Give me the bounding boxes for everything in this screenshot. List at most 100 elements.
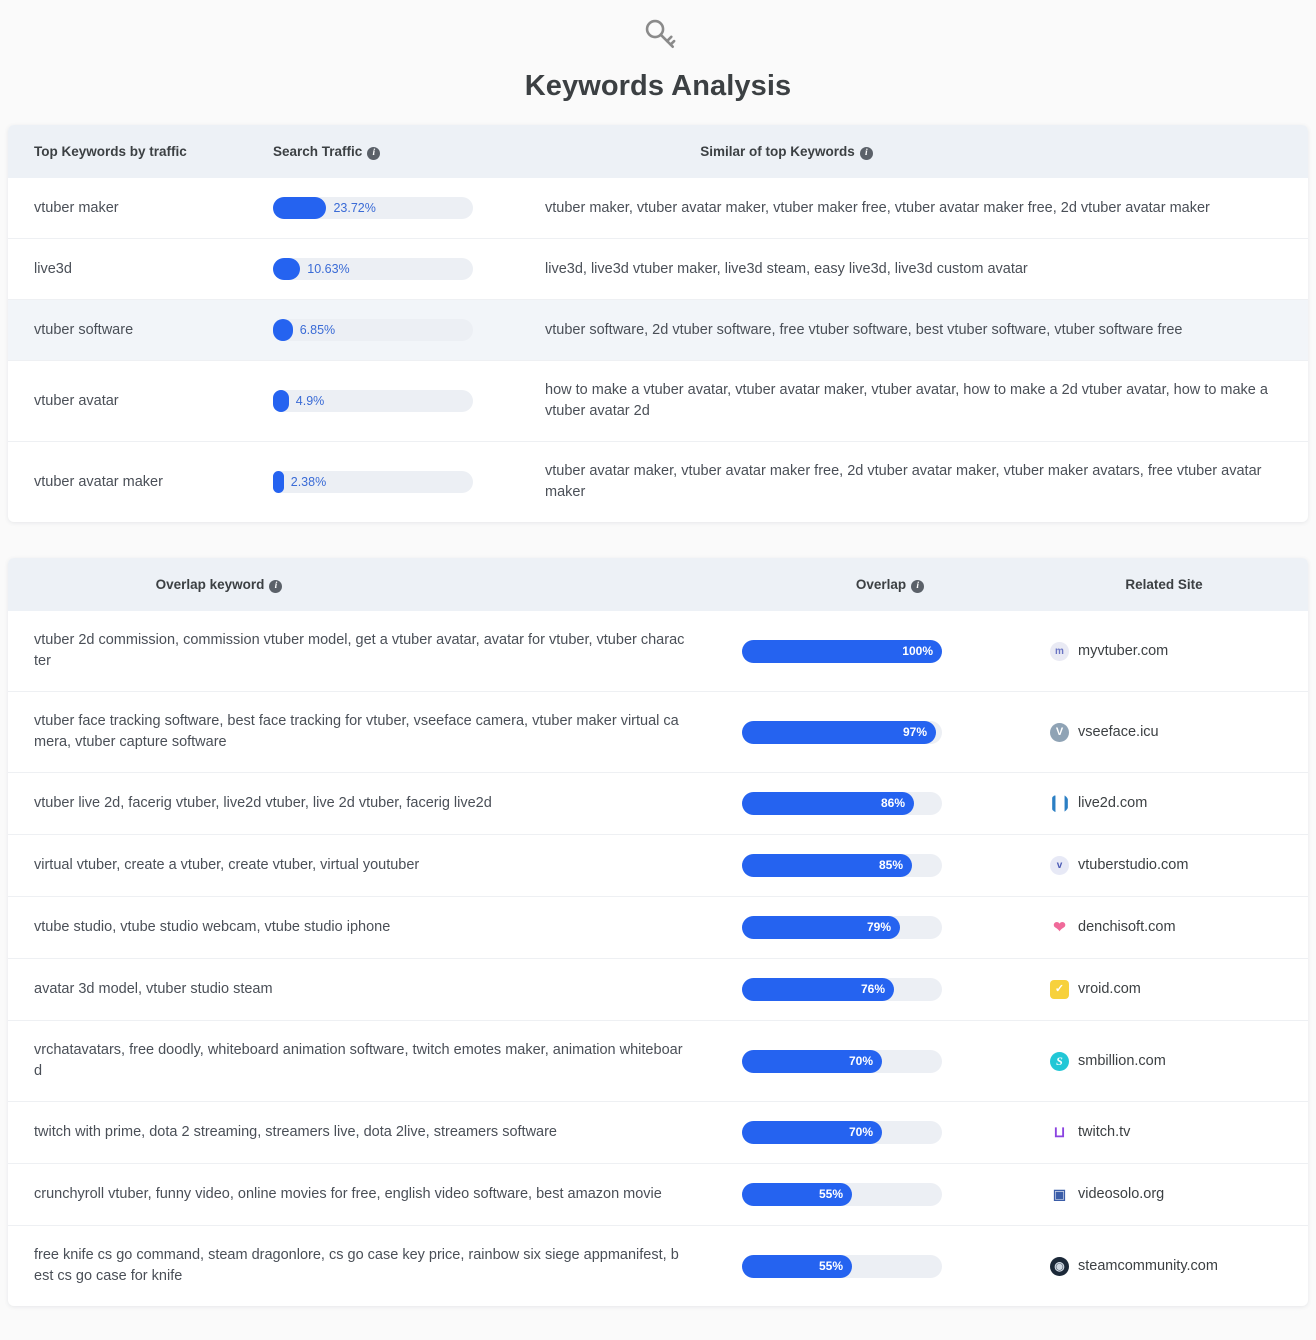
overlap-bar: 79% — [742, 916, 942, 939]
overlap-cell: 79% — [730, 896, 1050, 959]
overlap-keyword-cell: vtuber 2d commission, commission vtuber … — [8, 611, 730, 692]
table-row[interactable]: avatar 3d model, vtuber studio steam 76% ✓… — [8, 958, 1308, 1021]
related-site-link[interactable]: Ssmbillion.com — [1050, 1051, 1308, 1072]
overlap-bar-fill: 100% — [742, 639, 942, 663]
table-row[interactable]: vtube studio, vtube studio webcam, vtube… — [8, 896, 1308, 959]
overlap-keyword-cell: vtuber live 2d, facerig vtuber, live2d v… — [8, 772, 730, 835]
overlap-keywords-table: Overlap keyword i Overlap i Related Site v… — [8, 558, 1308, 1306]
overlap-bar-fill: 76% — [742, 978, 894, 1001]
table-row[interactable]: vtuber avatar 4.9% how to make a vtuber av… — [8, 360, 1308, 442]
overlap-cell: 100% — [730, 611, 1050, 692]
overlap-bar: 100% — [742, 639, 942, 663]
denchisoft-favicon: ❤ — [1053, 919, 1066, 936]
table-row[interactable]: vtuber face tracking software, best face… — [8, 691, 1308, 773]
info-icon[interactable]: i — [367, 146, 381, 160]
related-site-link[interactable]: ◉ steamcommunity.com — [1050, 1256, 1308, 1277]
related-site-name: twitch.tv — [1078, 1124, 1131, 1140]
column-header-search-traffic-label: Search Traffic — [273, 143, 363, 159]
table-row[interactable]: live3d 10.63% live3d, live3d vtuber maker,… — [8, 238, 1308, 300]
overlap-bar-fill: 70% — [742, 1121, 882, 1144]
similar-keywords-cell: vtuber software, 2d vtuber software, fre… — [545, 299, 1308, 361]
traffic-bar-label: 4.9% — [295, 394, 325, 408]
overlap-bar: 55% — [742, 1254, 942, 1278]
overlap-bar-label: 76% — [860, 982, 885, 996]
info-icon[interactable]: i — [859, 146, 873, 160]
overlap-bar-label: 79% — [866, 920, 891, 934]
related-site-name: smbillion.com — [1078, 1052, 1166, 1069]
related-site-name: videosolo.org — [1078, 1186, 1165, 1202]
table-header-row: Overlap keyword i Overlap i Related Site — [8, 558, 1308, 611]
traffic-bar: 23.72% — [273, 197, 473, 219]
related-site-link[interactable]: ✓ vroid.com — [1050, 979, 1308, 1000]
table-row[interactable]: vtuber 2d commission, commission vtuber … — [8, 611, 1308, 692]
related-site-name: vtuberstudio.com — [1078, 857, 1189, 873]
table-row[interactable]: free knife cs go command, steam dragonlo… — [8, 1226, 1308, 1307]
search-traffic-cell: 10.63% — [273, 238, 545, 300]
column-header-related-site-label: Related Site — [1125, 577, 1203, 592]
traffic-bar-label: 6.85% — [299, 323, 336, 337]
overlap-bar-fill: 97% — [742, 720, 936, 744]
related-site-cell: ▣ videosolo.org — [1050, 1163, 1308, 1226]
related-site-link[interactable]: m myvtuber.com — [1050, 641, 1308, 662]
overlap-bar-fill: 85% — [742, 854, 912, 877]
overlap-keyword-cell: avatar 3d model, vtuber studio steam — [8, 958, 730, 1021]
traffic-bar-label: 10.63% — [307, 262, 350, 276]
traffic-bar-fill — [273, 390, 289, 412]
column-header-overlap-keyword: Overlap keyword i — [8, 558, 730, 611]
overlap-cell: 76% — [730, 958, 1050, 1021]
top-keywords-table: Top Keywords by traffic Search Traffic i … — [8, 125, 1308, 522]
overlap-bar-label: 70% — [848, 1053, 873, 1068]
related-site-link[interactable]: ▣ videosolo.org — [1050, 1184, 1308, 1205]
overlap-keyword-cell: vtuber face tracking software, best face… — [8, 691, 730, 773]
overlap-bar-fill: 79% — [742, 916, 900, 939]
smbillion-favicon: S — [1050, 1051, 1069, 1071]
table-row[interactable]: vtuber software 6.85% vtuber software, 2d … — [8, 299, 1308, 361]
vroid-favicon: ✓ — [1050, 980, 1069, 999]
traffic-bar-fill — [273, 258, 301, 280]
similar-keywords-cell: how to make a vtuber avatar, vtuber avat… — [545, 360, 1308, 442]
overlap-keyword-cell: twitch with prime, dota 2 streaming, str… — [8, 1101, 730, 1164]
table-row[interactable]: virtual vtuber, create a vtuber, create … — [8, 834, 1308, 897]
top-keywords-card: Top Keywords by traffic Search Traffic i … — [8, 125, 1308, 522]
info-icon[interactable]: i — [911, 579, 925, 593]
table-row[interactable]: vtuber maker 23.72% vtuber maker, vtuber a… — [8, 178, 1308, 239]
table-row[interactable]: twitch with prime, dota 2 streaming, str… — [8, 1101, 1308, 1164]
related-site-name: steamcommunity.com — [1078, 1257, 1218, 1274]
twitch-favicon: ⊔ — [1053, 1124, 1066, 1141]
table-row[interactable]: crunchyroll vtuber, funny video, online … — [8, 1163, 1308, 1226]
similar-keywords-cell: live3d, live3d vtuber maker, live3d stea… — [545, 238, 1308, 300]
table-row[interactable]: vtuber live 2d, facerig vtuber, live2d v… — [8, 772, 1308, 835]
search-traffic-cell: 23.72% — [273, 178, 545, 239]
overlap-cell: 55% — [730, 1226, 1050, 1307]
related-site-name: denchisoft.com — [1078, 919, 1176, 935]
overlap-bar: 97% — [742, 720, 942, 744]
keyword-cell: vtuber maker — [8, 178, 273, 239]
info-icon[interactable]: i — [269, 579, 283, 593]
table-header-row: Top Keywords by traffic Search Traffic i … — [8, 125, 1308, 178]
overlap-bar: 70% — [742, 1121, 942, 1144]
traffic-bar: 6.85% — [273, 319, 473, 341]
traffic-bar: 2.38% — [273, 471, 473, 493]
related-site-cell: ❤ denchisoft.com — [1050, 896, 1308, 959]
overlap-keyword-cell: vrchatavatars, free doodly, whiteboard a… — [8, 1020, 730, 1102]
search-traffic-cell: 6.85% — [273, 299, 545, 361]
overlap-bar-fill: 70% — [742, 1049, 882, 1073]
overlap-keyword-cell: crunchyroll vtuber, funny video, online … — [8, 1163, 730, 1226]
column-header-similar: Similar of top Keywords i — [545, 125, 1308, 178]
related-site-link[interactable]: ❤ denchisoft.com — [1050, 917, 1308, 938]
table-row[interactable]: vrchatavatars, free doodly, whiteboard a… — [8, 1020, 1308, 1102]
table-row[interactable]: vtuber avatar maker 2.38% vtuber avatar ma… — [8, 442, 1308, 523]
overlap-cell: 86% — [730, 772, 1050, 835]
traffic-bar-label: 2.38% — [290, 475, 327, 489]
column-header-search-traffic: Search Traffic i — [273, 125, 545, 178]
search-traffic-cell: 4.9% — [273, 360, 545, 442]
overlap-cell: 85% — [730, 834, 1050, 897]
page-header: Keywords Analysis — [8, 0, 1308, 125]
traffic-bar-label: 23.72% — [333, 201, 376, 215]
related-site-link[interactable]: v vtuberstudio.com — [1050, 855, 1308, 876]
keyword-cell: vtuber avatar maker — [34, 473, 163, 490]
related-site-link[interactable]: Vvseeface.icu — [1050, 722, 1308, 743]
traffic-bar: 10.63% — [273, 258, 473, 280]
related-site-link[interactable]: ❙❙ live2d.com — [1050, 793, 1308, 814]
related-site-link[interactable]: ⊔ twitch.tv — [1050, 1122, 1308, 1143]
